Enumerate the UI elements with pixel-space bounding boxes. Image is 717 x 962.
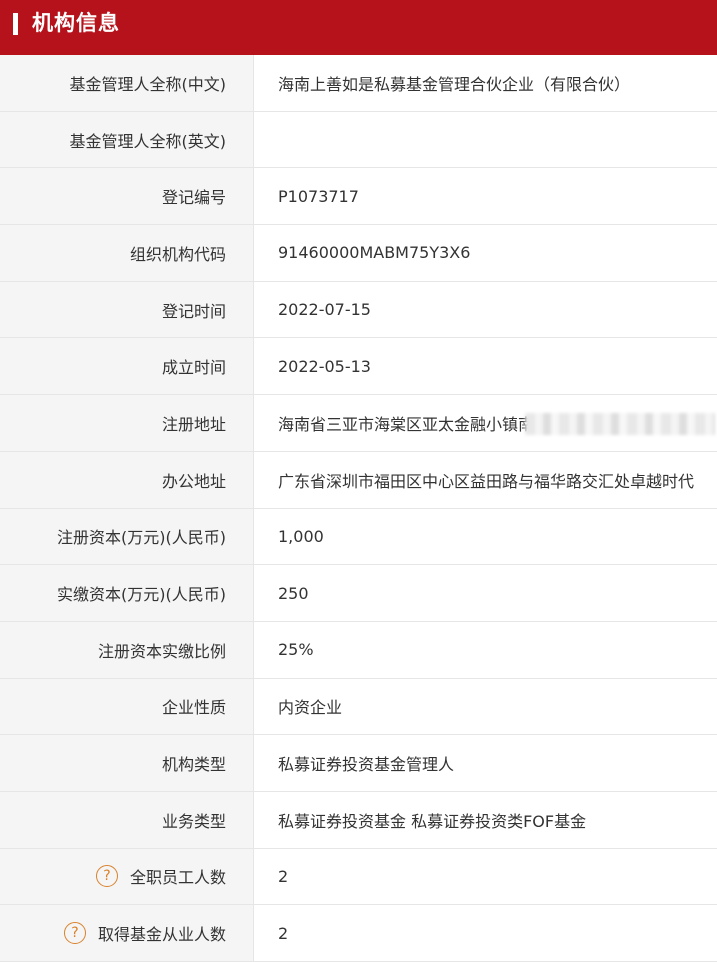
row-establishment-date: 成立时间 2022-05-13 [0,338,717,396]
row-value [254,112,717,168]
row-registered-address: 注册地址 海南省三亚市海棠区亚太金融小镇南 [0,395,717,452]
row-value: 海南上善如是私募基金管理合伙企业（有限合伙） [278,74,631,94]
section-header: 机构信息 [0,0,717,55]
row-value: 2022-07-15 [278,300,371,320]
section-title: 机构信息 [32,11,120,35]
row-registration-number: 登记编号 P1073717 [0,168,717,226]
row-label: ? 全职员工人数 [0,848,254,905]
row-paid-in-ratio: 注册资本实缴比例 25% [0,621,717,679]
row-label: 基金管理人全称(中文) [0,55,254,111]
row-value: 25% [278,640,314,660]
row-label: 登记编号 [0,168,254,225]
row-value: 私募证券投资基金管理人 [278,755,455,775]
row-label: 机构类型 [0,735,254,791]
row-label: 注册资本实缴比例 [0,621,254,678]
row-label: ? 取得基金从业人数 [0,905,254,961]
row-value: 内资企业 [278,698,343,718]
row-label: 组织机构代码 [0,225,254,281]
row-label: 业务类型 [0,791,254,848]
row-organization-code: 组织机构代码 91460000MABM75Y3X6 [0,225,717,282]
row-value: 广东省深圳市福田区中心区益田路与福华路交汇处卓越时代 [278,471,695,491]
row-registered-capital: 注册资本(万元)(人民币) 1,000 [0,508,717,566]
row-value: 2 [278,866,289,886]
row-label: 注册地址 [0,395,254,451]
row-value: 1,000 [278,526,324,546]
registered-address-text: 海南省三亚市海棠区亚太金融小镇南 [278,414,535,434]
row-label: 注册资本(万元)(人民币) [0,508,254,565]
row-business-type: 业务类型 私募证券投资基金 私募证券投资类FOF基金 [0,791,717,849]
info-table: 基金管理人全称(中文) 海南上善如是私募基金管理合伙企业（有限合伙） 基金管理人… [0,55,717,962]
redacted-blur [525,413,715,436]
header-accent-bar [13,13,18,35]
row-label: 实缴资本(万元)(人民币) [0,565,254,621]
row-institution-type: 机构类型 私募证券投资基金管理人 [0,735,717,792]
row-office-address: 办公地址 广东省深圳市福田区中心区益田路与福华路交汇处卓越时代 [0,451,717,509]
row-value: 2 [278,923,289,943]
row-qualified-staff: ? 取得基金从业人数 2 [0,905,717,962]
row-value: 海南省三亚市海棠区亚太金融小镇南 [254,395,717,451]
row-manager-name-en: 基金管理人全称(英文) [0,111,717,169]
help-icon[interactable]: ? [95,865,118,888]
row-label-text: 取得基金从业人数 [97,925,226,945]
row-manager-name-cn: 基金管理人全称(中文) 海南上善如是私募基金管理合伙企业（有限合伙） [0,55,717,112]
row-label: 登记时间 [0,281,254,338]
row-label: 成立时间 [0,338,254,395]
row-value: P1073717 [278,186,359,206]
row-paid-in-capital: 实缴资本(万元)(人民币) 250 [0,565,717,622]
row-enterprise-nature: 企业性质 内资企业 [0,678,717,736]
row-label-text: 全职员工人数 [129,868,226,888]
row-label: 基金管理人全称(英文) [0,111,254,168]
row-value: 2022-05-13 [278,356,371,376]
row-value: 私募证券投资基金 私募证券投资类FOF基金 [278,811,587,831]
row-full-time-staff: ? 全职员工人数 2 [0,848,717,906]
row-value: 91460000MABM75Y3X6 [278,243,471,263]
row-value: 250 [278,583,309,603]
row-registration-date: 登记时间 2022-07-15 [0,281,717,339]
row-label: 企业性质 [0,678,254,735]
row-label: 办公地址 [0,451,254,508]
help-icon[interactable]: ? [63,922,86,945]
